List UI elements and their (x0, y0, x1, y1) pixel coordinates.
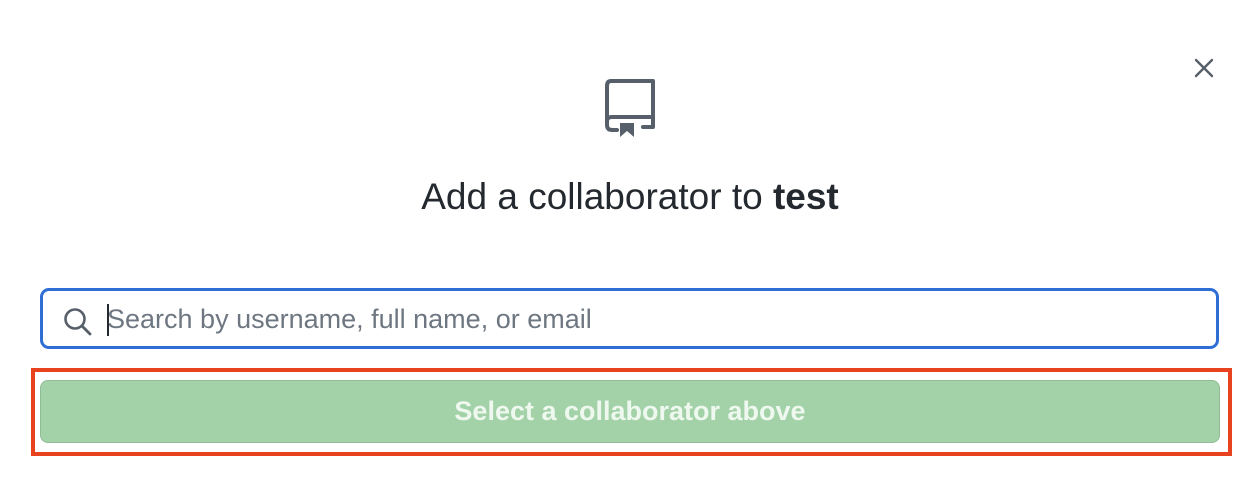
close-button[interactable] (1186, 50, 1222, 86)
text-caret (107, 304, 109, 336)
select-collaborator-button[interactable]: Select a collaborator above (40, 380, 1220, 443)
add-collaborator-dialog: Add a collaborator to test Select a coll… (0, 0, 1260, 482)
repo-name: test (772, 176, 839, 217)
search-icon (63, 307, 93, 337)
repo-icon (603, 77, 657, 139)
dialog-title-prefix: Add a collaborator to (421, 176, 763, 217)
dialog-title: Add a collaborator to test (0, 172, 1260, 222)
search-input[interactable] (105, 297, 1207, 341)
search-field[interactable] (40, 288, 1219, 349)
close-icon (1193, 57, 1215, 79)
